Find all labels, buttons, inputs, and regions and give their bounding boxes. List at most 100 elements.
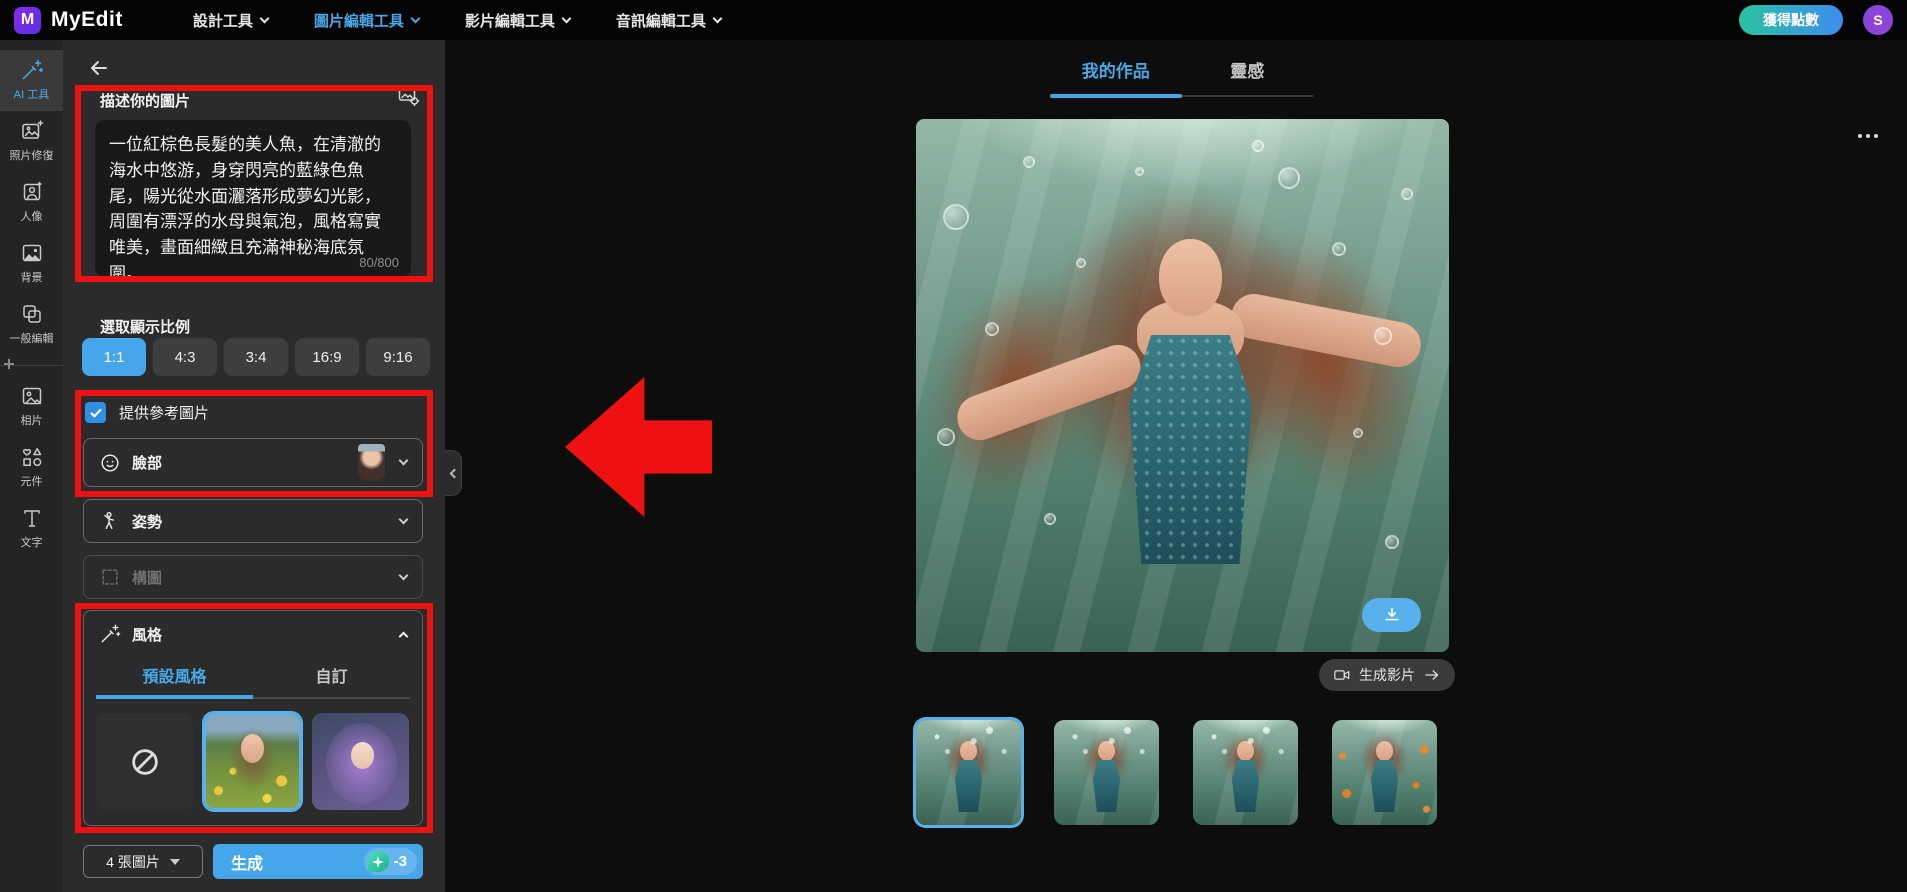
ratio-9-16-button[interactable]: 9:16 bbox=[366, 338, 430, 376]
photo-restore-icon bbox=[21, 120, 43, 139]
ratio-16-9-button[interactable]: 16:9 bbox=[295, 338, 359, 376]
generate-video-button[interactable]: 生成影片 bbox=[1319, 659, 1455, 691]
brand[interactable]: M MyEdit bbox=[14, 6, 123, 34]
style-label: 風格 bbox=[132, 626, 163, 644]
bubble bbox=[1385, 534, 1400, 549]
generated-image[interactable] bbox=[916, 119, 1449, 652]
myedit-logo-icon: M bbox=[14, 6, 41, 34]
result-thumbnail-2[interactable] bbox=[1054, 720, 1159, 825]
style-realistic-option[interactable] bbox=[204, 713, 301, 810]
reference-image-checkbox-row[interactable]: 提供參考圖片 bbox=[85, 402, 209, 423]
chevron-down-icon bbox=[561, 13, 572, 23]
prompt-input[interactable]: 一位紅棕色長髮的美人魚，在清澈的海水中悠游，身穿閃亮的藍綠色魚尾，陽光從水面灑落… bbox=[95, 120, 411, 277]
panel-collapse-handle[interactable] bbox=[445, 450, 462, 496]
credit-cost-pill: -3 bbox=[363, 848, 417, 875]
bubble bbox=[1075, 257, 1086, 268]
style-thumbnails bbox=[84, 699, 422, 810]
credit-cost-value: -3 bbox=[393, 853, 407, 870]
style-none-option[interactable] bbox=[96, 713, 193, 810]
more-options-icon[interactable] bbox=[1852, 128, 1884, 144]
menu-label: 影片編輯工具 bbox=[464, 12, 555, 30]
chevron-left-icon bbox=[449, 468, 460, 478]
tool-rail: AI 工具 照片修復 人像 背景 一般編輯 相片 元件 文字 bbox=[0, 40, 63, 892]
chevron-down-icon bbox=[410, 13, 421, 23]
sidebar-item-portrait[interactable]: 人像 bbox=[0, 172, 63, 233]
image-decoration bbox=[1054, 720, 1159, 825]
tab-custom-style[interactable]: 自訂 bbox=[253, 657, 410, 699]
sidebar-item-background[interactable]: 背景 bbox=[0, 233, 63, 294]
main-menu: 設計工具 圖片編輯工具 影片編輯工具 音訊編輯工具 bbox=[192, 10, 723, 31]
sidebar-item-general-edit[interactable]: 一般編輯 bbox=[0, 294, 63, 355]
navbar-right: 獲得點數 S bbox=[1739, 5, 1893, 35]
style-accordion-header[interactable]: 風格 bbox=[84, 611, 422, 657]
image-decoration bbox=[1332, 720, 1437, 825]
ratio-1-1-button[interactable]: 1:1 bbox=[82, 338, 146, 376]
sidebar-item-text[interactable]: 文字 bbox=[0, 498, 63, 559]
credit-coin-icon bbox=[367, 851, 389, 872]
menu-design-tools[interactable]: 設計工具 bbox=[192, 10, 270, 31]
menu-label: 設計工具 bbox=[192, 12, 253, 30]
pose-icon bbox=[104, 511, 114, 530]
style-anime-option[interactable] bbox=[312, 713, 409, 810]
sidebar-item-ai-tools[interactable]: AI 工具 bbox=[0, 50, 63, 111]
user-avatar[interactable]: S bbox=[1863, 5, 1893, 35]
aspect-ratio-label: 選取顯示比例 bbox=[100, 319, 191, 336]
image-settings-icon[interactable] bbox=[397, 84, 423, 110]
get-credits-button[interactable]: 獲得點數 bbox=[1739, 5, 1843, 35]
generate-button[interactable]: 生成 -3 bbox=[213, 844, 423, 879]
result-thumbnail-3[interactable] bbox=[1193, 720, 1298, 825]
aspect-ratio-group: 1:1 4:3 3:4 16:9 9:16 bbox=[82, 338, 430, 376]
download-icon bbox=[1384, 607, 1399, 621]
menu-audio-tools[interactable]: 音訊編輯工具 bbox=[615, 10, 723, 31]
tab-preset-styles[interactable]: 預設風格 bbox=[96, 657, 253, 699]
top-navbar: M MyEdit 設計工具 圖片編輯工具 影片編輯工具 音訊編輯工具 獲得點數 … bbox=[0, 0, 1907, 40]
sidebar-item-label: 人像 bbox=[20, 211, 43, 223]
prompt-box: 一位紅棕色長髮的美人魚，在清澈的海水中悠游，身穿閃亮的藍綠色魚尾，陽光從水面灑落… bbox=[95, 120, 411, 277]
tab-my-works[interactable]: 我的作品 bbox=[1050, 57, 1182, 95]
style-tabs: 預設風格 自訂 bbox=[84, 657, 422, 699]
chevron-down-icon bbox=[712, 13, 723, 23]
download-button[interactable] bbox=[1362, 598, 1421, 632]
sidebar-item-photo-repair[interactable]: 照片修復 bbox=[0, 111, 63, 172]
shapes-icon bbox=[22, 448, 41, 467]
bubble bbox=[985, 321, 1000, 336]
menu-video-tools[interactable]: 影片編輯工具 bbox=[464, 10, 572, 31]
generate-label: 生成 bbox=[231, 855, 264, 873]
ratio-3-4-button[interactable]: 3:4 bbox=[224, 338, 288, 376]
tab-active-indicator bbox=[1050, 94, 1182, 98]
ratio-4-3-button[interactable]: 4:3 bbox=[153, 338, 217, 376]
arrow-right-icon bbox=[1425, 670, 1439, 680]
style-wand-icon bbox=[101, 624, 121, 643]
menu-image-tools[interactable]: 圖片編輯工具 bbox=[313, 10, 421, 31]
pose-reference-dropdown[interactable]: 姿勢 bbox=[83, 499, 423, 543]
tab-inspiration[interactable]: 靈感 bbox=[1182, 57, 1314, 95]
overlapping-squares-icon bbox=[22, 305, 41, 323]
chevron-down-icon bbox=[398, 570, 409, 580]
result-thumbnail-1[interactable] bbox=[916, 720, 1021, 825]
generate-video-label: 生成影片 bbox=[1359, 667, 1415, 683]
tab-track bbox=[1050, 94, 1313, 98]
style-section: 風格 預設風格 自訂 bbox=[83, 610, 423, 826]
brand-name: MyEdit bbox=[51, 8, 123, 31]
sidebar-item-label: AI 工具 bbox=[13, 89, 50, 101]
add-icon[interactable] bbox=[1, 356, 17, 377]
image-decoration bbox=[1158, 238, 1223, 317]
composition-dropdown-label: 構圖 bbox=[132, 569, 163, 587]
result-thumbnail-4[interactable] bbox=[1332, 720, 1437, 825]
face-reference-dropdown[interactable]: 臉部 bbox=[83, 438, 423, 487]
face-dropdown-label: 臉部 bbox=[132, 455, 163, 472]
background-icon bbox=[22, 244, 41, 262]
image-decoration bbox=[916, 720, 1021, 825]
workspace-tabs: 我的作品 靈感 bbox=[1050, 57, 1314, 98]
photo-icon bbox=[22, 387, 41, 405]
menu-label: 音訊編輯工具 bbox=[615, 12, 706, 30]
composition-dropdown-disabled: 構圖 bbox=[83, 555, 423, 599]
sidebar-item-elements[interactable]: 元件 bbox=[0, 437, 63, 498]
chevron-down-icon bbox=[259, 13, 270, 23]
image-count-select[interactable]: 4 張圖片 bbox=[83, 845, 203, 878]
back-button[interactable] bbox=[87, 56, 113, 82]
checkbox-checked-icon[interactable] bbox=[85, 402, 106, 423]
menu-label: 圖片編輯工具 bbox=[313, 12, 404, 30]
describe-image-label: 描述你的圖片 bbox=[100, 93, 191, 110]
sidebar-item-photos[interactable]: 相片 bbox=[0, 376, 63, 437]
